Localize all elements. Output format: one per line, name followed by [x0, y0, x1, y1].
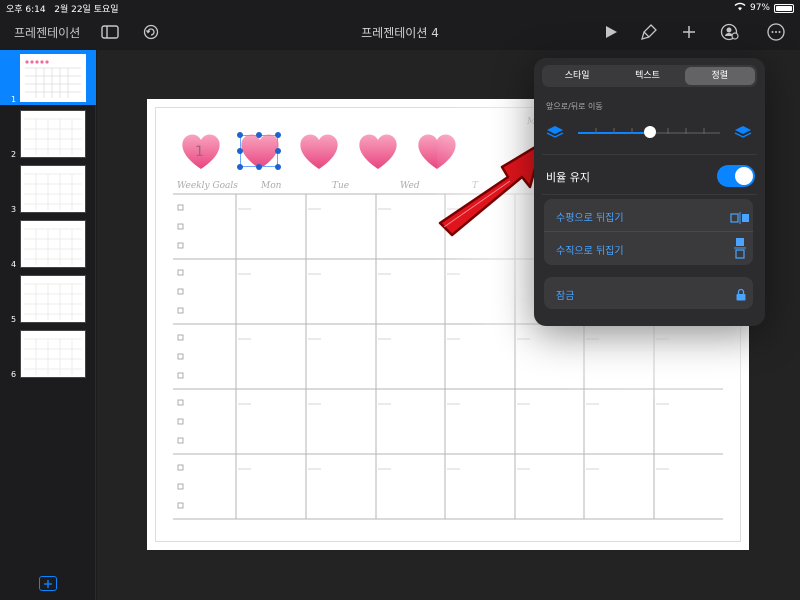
wifi-icon — [734, 2, 746, 14]
slide-thumbnail-3[interactable] — [20, 165, 86, 213]
add-icon[interactable] — [677, 20, 701, 44]
collaborate-icon[interactable] — [718, 20, 742, 44]
slide-navigator: 1 2 3 4 5 6 — [0, 50, 96, 600]
add-slide-button[interactable] — [39, 576, 57, 591]
flip-vertical-icon[interactable] — [734, 237, 746, 263]
send-backward-icon[interactable] — [546, 124, 564, 143]
slide-thumbnail-1[interactable] — [20, 54, 86, 102]
red-arrow-annotation — [438, 141, 544, 237]
slide-number: 4 — [11, 260, 17, 269]
slide-number: 3 — [11, 205, 17, 214]
format-popover: 스타일 텍스트 정렬 앞으로/뒤로 이동 비율 유지 수평으로 뒤집기 수직으로… — [534, 58, 765, 326]
constrain-proportions-toggle[interactable] — [717, 165, 755, 187]
status-right: 97% — [734, 2, 794, 14]
divider — [542, 194, 757, 195]
lock-button[interactable]: 잠금 — [556, 287, 574, 302]
toolbar: 프레젠테이션 프레젠테이션 4 — [0, 14, 800, 50]
flip-group: 수평으로 뒤집기 수직으로 뒤집기 — [544, 199, 753, 265]
slide-thumbnail-2[interactable] — [20, 110, 86, 158]
lock-icon[interactable] — [736, 286, 746, 305]
slide-thumbnail-6[interactable] — [20, 330, 86, 378]
slide-thumbnail-5[interactable] — [20, 275, 86, 323]
divider — [542, 154, 757, 155]
undo-icon[interactable] — [139, 20, 163, 44]
slide-number: 5 — [11, 315, 17, 324]
tab-style[interactable]: 스타일 — [542, 65, 612, 87]
move-forward-backward-label: 앞으로/뒤로 이동 — [546, 102, 603, 111]
tab-text[interactable]: 텍스트 — [612, 65, 682, 87]
plus-icon — [44, 579, 52, 588]
format-brush-icon[interactable] — [637, 20, 661, 44]
flip-horizontal-button[interactable]: 수평으로 뒤집기 — [556, 209, 624, 224]
status-bar: 오후 6:14 2월 22일 토요일 97% — [0, 0, 800, 15]
constrain-proportions-label: 비율 유지 — [546, 171, 590, 184]
tab-arrange[interactable]: 정렬 — [684, 67, 755, 85]
battery-percent: 97% — [749, 3, 770, 13]
flip-horizontal-icon[interactable] — [730, 209, 750, 228]
format-tabs: 스타일 텍스트 정렬 — [542, 65, 757, 87]
slide-number: 2 — [11, 150, 17, 159]
slide-thumbnail-4[interactable] — [20, 220, 86, 268]
presentations-back-button[interactable]: 프레젠테이션 — [14, 24, 80, 41]
sidebar-toggle-icon[interactable] — [98, 20, 122, 44]
bring-forward-icon[interactable] — [734, 124, 752, 143]
divider — [544, 231, 753, 232]
more-icon[interactable] — [764, 20, 788, 44]
flip-vertical-button[interactable]: 수직으로 뒤집기 — [556, 242, 624, 257]
slide-number: 6 — [11, 370, 17, 379]
battery-icon — [774, 3, 794, 13]
layer-slider-knob[interactable] — [644, 126, 656, 138]
play-icon[interactable] — [599, 20, 623, 44]
slide-number: 1 — [11, 95, 17, 104]
lock-group: 잠금 — [544, 277, 753, 309]
